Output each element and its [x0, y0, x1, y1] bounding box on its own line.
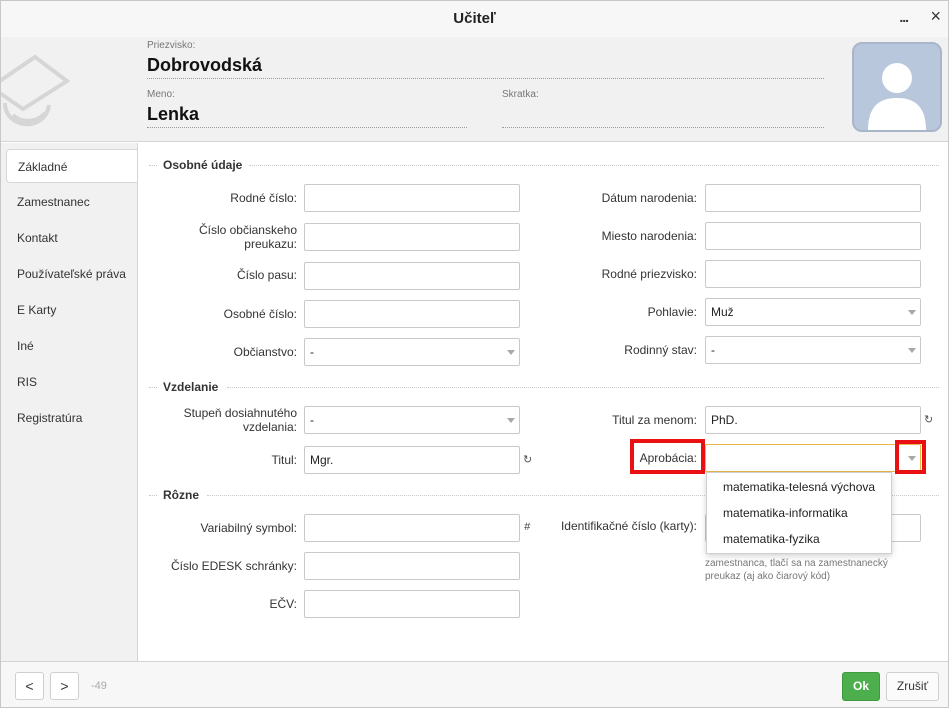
osobne-cislo-input[interactable]: [304, 300, 520, 328]
miesto-narodenia-input[interactable]: [705, 222, 921, 250]
dropdown-option[interactable]: matematika-telesná výchova: [707, 474, 891, 500]
obcianstvo-label: Občianstvo:: [233, 345, 297, 359]
name-value[interactable]: Lenka: [147, 104, 467, 128]
titul-za-menom-input[interactable]: PhD.: [705, 406, 921, 434]
abbreviation-label: Skratka:: [502, 89, 539, 100]
section-title-personal: Osobné údaje: [163, 158, 243, 172]
chevron-down-icon: [507, 350, 515, 355]
rodne-priezvisko-label: Rodné priezvisko:: [601, 267, 697, 281]
identifikacne-cislo-label: Identifikačné číslo (karty):: [560, 519, 697, 533]
close-icon[interactable]: ×: [930, 7, 941, 25]
more-options-icon[interactable]: ...: [899, 9, 909, 25]
chevron-down-icon: [908, 348, 916, 353]
surname-label: Priezvisko:: [147, 40, 196, 51]
dropdown-option[interactable]: matematika-informatika: [707, 500, 891, 526]
next-button[interactable]: >: [50, 672, 79, 700]
obcianstvo-value: -: [310, 345, 314, 359]
abbreviation-field: Skratka:: [502, 89, 824, 128]
sidebar-item-e-karty[interactable]: E Karty: [6, 293, 137, 327]
hash-icon[interactable]: #: [524, 521, 530, 533]
highlight-box: [895, 440, 926, 474]
surname-value[interactable]: Dobrovodská: [147, 55, 824, 79]
edesk-label: Číslo EDESK schránky:: [170, 559, 297, 573]
divider: [149, 495, 157, 496]
header-panel: Priezvisko: Dobrovodská Meno: Lenka Skra…: [1, 37, 948, 142]
titul-za-menom-label: Titul za menom:: [612, 413, 697, 427]
footer: < > -49 Ok Zrušiť: [1, 661, 948, 707]
sidebar: Základné Zamestnanec Kontakt Používateľs…: [1, 143, 138, 661]
sidebar-item-registratura[interactable]: Registratúra: [6, 401, 137, 435]
rodne-priezvisko-input[interactable]: [705, 260, 921, 288]
section-title-misc: Rôzne: [163, 488, 199, 502]
rodne-cislo-label: Rodné číslo:: [230, 191, 297, 205]
sidebar-item-ine[interactable]: Iné: [6, 329, 137, 363]
rodinny-stav-select[interactable]: -: [705, 336, 921, 364]
variabilny-symbol-label: Variabilný symbol:: [200, 521, 297, 535]
divider: [227, 387, 939, 388]
pohlavie-label: Pohlavie:: [647, 305, 697, 319]
sidebar-item-zakladne[interactable]: Základné: [6, 149, 137, 183]
ecv-label: EČV:: [269, 597, 297, 611]
stupen-vzdelania-label: Stupeň dosiahnutého vzdelania:: [183, 406, 297, 434]
edesk-input[interactable]: [304, 552, 520, 580]
osobne-cislo-label: Osobné číslo:: [223, 307, 297, 321]
sidebar-item-kontakt[interactable]: Kontakt: [6, 221, 137, 255]
datum-narodenia-label: Dátum narodenia:: [601, 191, 697, 205]
rodne-cislo-input[interactable]: [304, 184, 520, 212]
cislo-pasu-input[interactable]: [304, 262, 520, 290]
identifikacne-cislo-note: zamestnanca, tlačí sa na zamestnanecký p…: [705, 558, 888, 582]
surname-field: Priezvisko: Dobrovodská: [147, 40, 824, 79]
dialog-title: Učiteľ: [453, 10, 496, 27]
pohlavie-value: Muž: [711, 305, 734, 319]
cislo-op-label: Číslo občianskeho preukazu:: [198, 223, 297, 251]
chevron-down-icon: [908, 310, 916, 315]
ok-button[interactable]: Ok: [842, 672, 880, 701]
name-field: Meno: Lenka: [147, 89, 467, 128]
cancel-button[interactable]: Zrušiť: [886, 672, 939, 701]
dropdown-option[interactable]: matematika-fyzika: [707, 526, 891, 552]
name-label: Meno:: [147, 89, 175, 100]
stupen-vzdelania-select[interactable]: -: [304, 406, 520, 434]
graduation-cap-icon: [1, 54, 71, 127]
refresh-icon[interactable]: ↻: [924, 413, 933, 426]
titul-label: Titul:: [271, 453, 297, 467]
sidebar-item-pouzivatelske-prava[interactable]: Používateľské práva: [6, 257, 137, 291]
avatar[interactable]: [852, 42, 942, 132]
title-bar: Učiteľ ... ×: [1, 1, 948, 37]
user-silhouette-icon: [868, 63, 926, 130]
obcianstvo-select[interactable]: -: [304, 338, 520, 366]
rodinny-stav-value: -: [711, 343, 715, 357]
teacher-dialog: Učiteľ ... × Priezvisko: Dobrovodská Men…: [0, 0, 949, 708]
titul-input[interactable]: Mgr.: [304, 446, 520, 474]
cislo-pasu-label: Číslo pasu:: [236, 268, 297, 282]
previous-button[interactable]: <: [15, 672, 44, 700]
abbreviation-value[interactable]: [502, 104, 824, 128]
aprobacia-select[interactable]: [705, 444, 921, 472]
rodinny-stav-label: Rodinný stav:: [624, 343, 697, 357]
aprobacia-dropdown: matematika-telesná výchova matematika-in…: [706, 472, 892, 554]
datum-narodenia-input[interactable]: [705, 184, 921, 212]
pohlavie-select[interactable]: Muž: [705, 298, 921, 326]
sidebar-item-ris[interactable]: RIS: [6, 365, 137, 399]
ecv-input[interactable]: [304, 590, 520, 618]
miesto-narodenia-label: Miesto narodenia:: [601, 229, 697, 243]
record-counter: -49: [91, 680, 107, 692]
cislo-op-input[interactable]: [304, 223, 520, 251]
divider: [149, 165, 157, 166]
variabilny-symbol-input[interactable]: [304, 514, 520, 542]
highlight-box: [630, 439, 705, 474]
divider: [149, 387, 157, 388]
stupen-vzdelania-value: -: [310, 413, 314, 427]
sidebar-item-zamestnanec[interactable]: Zamestnanec: [6, 185, 137, 219]
refresh-icon[interactable]: ↻: [523, 453, 532, 466]
section-title-education: Vzdelanie: [163, 380, 219, 394]
chevron-down-icon: [507, 418, 515, 423]
divider: [249, 165, 939, 166]
